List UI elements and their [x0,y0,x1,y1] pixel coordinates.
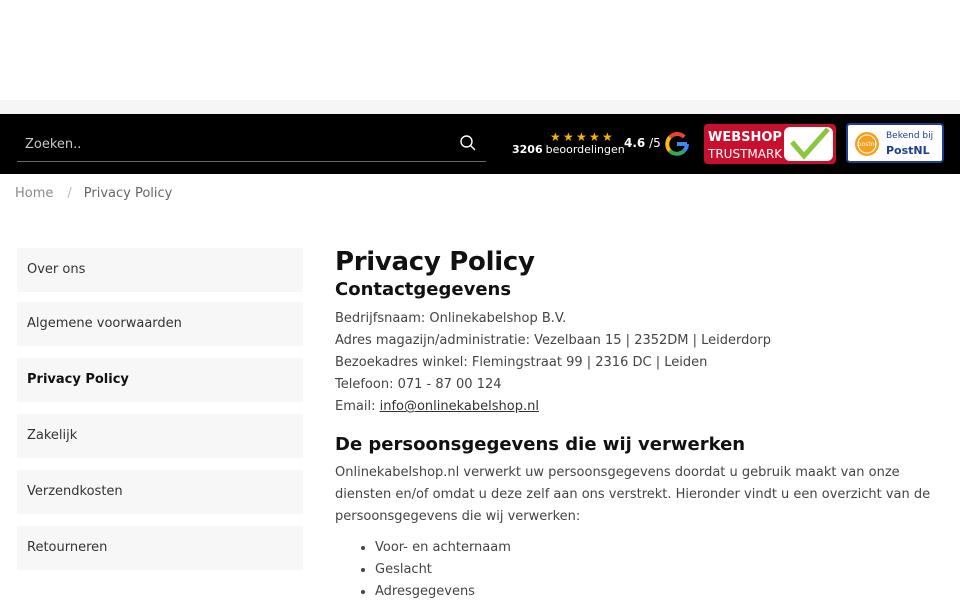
webshop-trustmark-badge[interactable]: WEBSHOP TRUSTMARK [704,124,836,164]
header-strip [0,100,960,114]
postnl-logo-icon: postnl [855,132,879,156]
breadcrumb-current: Privacy Policy [83,186,173,201]
star-icon: ★ [589,130,600,144]
review-count-line: 3206 beoordelingen [512,143,625,156]
page-title: Privacy Policy [335,247,535,277]
email-label: Email: [335,399,380,414]
sidebar-item-over-ons[interactable]: Over ons [17,248,303,292]
top-banner-area [0,0,960,100]
email-line: Email: info@onlinekabelshop.nl [335,396,945,418]
search-field-wrapper [17,129,486,162]
star-icon: ★ [563,130,574,144]
review-summary[interactable]: ★ ★ ★ ★ ★ 3206 beoordelingen [512,130,625,160]
warehouse-address: Adres magazijn/administratie: Vezelbaan … [335,333,771,348]
trustmark-line1: WEBSHOP [708,130,782,145]
search-input[interactable] [17,129,447,160]
postnl-badge[interactable]: postnl Bekend bij PostNL [846,123,944,163]
sidebar-item-retourneren[interactable]: Retourneren [17,526,303,570]
intro-paragraph: Onlinekabelshop.nl verwerkt uw persoonsg… [335,465,931,524]
contact-heading: Contactgegevens [335,279,512,300]
main-content: Privacy Policy Contactgegevens Bedrijfsn… [335,245,945,600]
list-item: Voor- en achternaam [375,537,945,559]
review-count: 3206 [512,143,543,156]
list-item: Geslacht [375,559,945,581]
sidebar-item-zakelijk[interactable]: Zakelijk [17,414,303,458]
breadcrumb-home[interactable]: Home [15,186,53,201]
review-label: beoordelingen [545,143,625,156]
star-icon: ★ [576,130,587,144]
rating-stars: ★ ★ ★ ★ ★ [550,131,614,143]
star-icon: ★ [550,130,561,144]
breadcrumb-separator: / [67,186,72,201]
store-address: Bezoekadres winkel: Flemingstraat 99 | 2… [335,355,708,370]
sidebar-item-verzendkosten[interactable]: Verzendkosten [17,470,303,514]
rating-score: 4.6 /5 [624,136,661,150]
sidebar-item-privacy-policy[interactable]: Privacy Policy [17,358,303,402]
postnl-logo-text: postnl [858,141,877,148]
breadcrumb: Home / Privacy Policy [15,186,172,201]
rating-value: 4.6 [624,136,646,150]
section-heading: De persoonsgegevens die wij verwerken [335,434,746,455]
postnl-badge-bottom: PostNL [886,144,930,157]
phone-number: Telefoon: 071 - 87 00 124 [335,377,502,392]
star-icon: ★ [602,130,613,144]
postnl-badge-top: Bekend bij [886,131,934,141]
email-link[interactable]: info@onlinekabelshop.nl [380,399,539,414]
sidebar-item-algemene-voorwaarden[interactable]: Algemene voorwaarden [17,302,303,346]
search-icon[interactable] [459,134,479,154]
company-name: Bedrijfsnaam: Onlinekabelshop B.V. [335,311,567,326]
trustmark-line2: TRUSTMARK [707,147,783,161]
personal-data-list: Voor- en achternaam Geslacht Adresgegeve… [335,537,945,600]
rating-max: /5 [649,136,661,150]
contact-details: Bedrijfsnaam: Onlinekabelshop B.V. Adres… [335,308,945,418]
google-icon[interactable] [664,131,690,157]
list-item: Adresgegevens [375,581,945,600]
